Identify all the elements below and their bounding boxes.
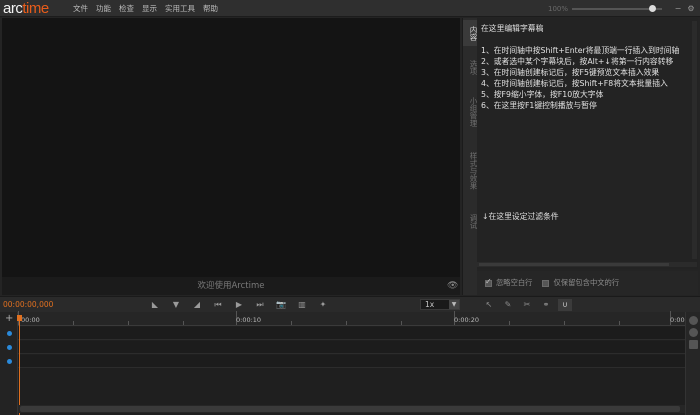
- subtitle-track-3[interactable]: [18, 355, 685, 368]
- side-tab-strip: 内容 选项 小组管理 样式与效果 调试: [462, 18, 478, 295]
- editor-horizontal-scrollbar[interactable]: [477, 262, 697, 267]
- editor-title-line: 在这里编辑字幕稿: [481, 24, 544, 33]
- settings-icon[interactable]: ⚙: [686, 4, 696, 14]
- checkbox-label: 仅保留包含中文的行: [553, 278, 620, 287]
- ruler-label-20: 0:00:20: [454, 316, 480, 324]
- menu-file[interactable]: 文件: [73, 0, 88, 17]
- zoom-in-icon[interactable]: [689, 316, 698, 325]
- ignore-blank-lines-checkbox[interactable]: 忽略空白行: [485, 277, 533, 288]
- zoom-out-icon[interactable]: [689, 328, 698, 337]
- checkbox-label: 忽略空白行: [496, 278, 533, 287]
- ruler-label-10: 0:00:10: [236, 316, 262, 324]
- subtitle-track-2[interactable]: [18, 341, 685, 354]
- editor-hscroll-thumb[interactable]: [479, 263, 669, 266]
- pencil-icon[interactable]: ✎: [501, 299, 515, 311]
- previous-icon[interactable]: ⏮: [211, 299, 225, 311]
- wand-icon[interactable]: ✦: [316, 299, 330, 311]
- scissors-icon[interactable]: ✂: [520, 299, 534, 311]
- mark-in-icon[interactable]: ◣: [148, 299, 162, 311]
- logo-time: time: [22, 0, 49, 17]
- menu-help[interactable]: 帮助: [203, 0, 218, 17]
- welcome-text: 欢迎使用Arctime: [197, 281, 265, 291]
- camera-icon[interactable]: 📷: [274, 299, 288, 311]
- mark-out-icon[interactable]: ◢: [190, 299, 204, 311]
- play-icon[interactable]: ▶: [232, 299, 246, 311]
- tab-debug[interactable]: 调试: [463, 208, 478, 234]
- timeline-right-controls: [685, 312, 700, 415]
- link-icon[interactable]: ⚭: [539, 299, 553, 311]
- subtitle-track-1[interactable]: [18, 327, 685, 340]
- preview-status-bar: 欢迎使用Arctime 👁: [2, 277, 460, 295]
- timeline-scroll-thumb[interactable]: [20, 406, 680, 412]
- mark-down-icon[interactable]: ▼: [169, 299, 183, 311]
- magnet-icon[interactable]: ∪: [558, 299, 572, 311]
- timecode-display: 00:00:00,000: [3, 300, 54, 309]
- editor-tip-6: 6、在这里按F1键控制播放与暂停: [481, 101, 597, 110]
- editor-filter-line: ↓在这里设定过滤条件: [482, 212, 559, 221]
- eye-icon[interactable]: 👁: [447, 281, 458, 291]
- menu-display[interactable]: 显示: [142, 0, 157, 17]
- title-bar: arctime 文件 功能 检查 显示 实用工具 帮助 100% − ⚙: [0, 0, 700, 17]
- menu-bar: 文件 功能 检查 显示 实用工具 帮助: [73, 0, 226, 17]
- tab-style-effects[interactable]: 样式与效果: [463, 142, 478, 200]
- editor-tip-4: 4、在时间轴创建标记后，按Shift+F8将文本批量插入: [481, 79, 668, 88]
- app-logo: arctime: [3, 0, 49, 17]
- ruler-label-0: 00:00: [21, 316, 40, 324]
- zoom-slider[interactable]: [572, 4, 662, 12]
- time-ruler[interactable]: 00:00 0:00:10 0:00:20 0:00:3: [18, 311, 691, 326]
- zoom-label: 100%: [547, 4, 568, 13]
- playhead[interactable]: [19, 315, 20, 415]
- tab-options[interactable]: 选项: [463, 54, 478, 80]
- chinese-only-checkbox[interactable]: 仅保留包含中文的行: [542, 278, 619, 288]
- waveform-icon[interactable]: ▥: [295, 299, 309, 311]
- track-header-column: +: [0, 312, 18, 415]
- speed-value: 1x: [425, 300, 435, 309]
- add-track-icon[interactable]: +: [5, 314, 13, 324]
- editor-vertical-scrollbar[interactable]: [692, 21, 697, 259]
- minus-icon[interactable]: −: [673, 4, 683, 14]
- menu-tools[interactable]: 实用工具: [165, 0, 195, 17]
- timeline[interactable]: + 00:00 0:00:10 0:00:20 0:00:3: [0, 311, 700, 415]
- track-2-indicator[interactable]: [7, 345, 12, 350]
- editor-tip-2: 2、或者选中某个字幕块后，按Alt+↓将第一行内容转移: [481, 57, 674, 66]
- transport-controls: ◣ ▼ ◢ ⏮ ▶ ⏭ 📷 ▥ ✦: [148, 299, 337, 311]
- chevron-down-icon[interactable]: ▼: [449, 300, 459, 309]
- pointer-icon[interactable]: ↖: [482, 299, 496, 311]
- menu-check[interactable]: 检查: [119, 0, 134, 17]
- editor-tip-5: 5、按F9缩小字体，按F10放大字体: [481, 90, 604, 99]
- video-preview[interactable]: [2, 18, 460, 277]
- track-3-indicator[interactable]: [7, 359, 12, 364]
- fit-view-icon[interactable]: [689, 340, 698, 349]
- tab-group-manage[interactable]: 小组管理: [463, 88, 478, 136]
- logo-arc: arc: [3, 0, 23, 17]
- checkbox-box[interactable]: [542, 279, 550, 287]
- editor-tip-3: 3、在时间轴创建标记后，按F5键预览文本插入效果: [481, 68, 660, 77]
- checkbox-box[interactable]: [485, 277, 492, 287]
- zoom-control: 100% − ⚙: [548, 0, 696, 17]
- next-icon[interactable]: ⏭: [253, 299, 267, 311]
- edit-toolbar: ↖ ✎ ✂ ⚭ ∪: [482, 299, 577, 311]
- tab-content[interactable]: 内容: [463, 20, 478, 46]
- track-1-indicator[interactable]: [7, 331, 12, 336]
- transport-bar: 00:00:00,000 ◣ ▼ ◢ ⏮ ▶ ⏭ 📷 ▥ ✦ 1x ▼ ↖ ✎ …: [0, 296, 700, 312]
- timeline-horizontal-scrollbar[interactable]: [18, 405, 685, 413]
- editor-filter-options: 忽略空白行 仅保留包含中文的行: [477, 271, 698, 295]
- subtitle-editor[interactable]: 在这里编辑字幕稿 1、在时间轴中按Shift+Enter将最顶端一行插入到时间轴…: [477, 18, 698, 269]
- zoom-slider-thumb[interactable]: [649, 4, 656, 12]
- menu-function[interactable]: 功能: [96, 0, 111, 17]
- editor-tip-1: 1、在时间轴中按Shift+Enter将最顶端一行插入到时间轴: [481, 46, 680, 55]
- playback-speed-select[interactable]: 1x ▼: [420, 299, 460, 310]
